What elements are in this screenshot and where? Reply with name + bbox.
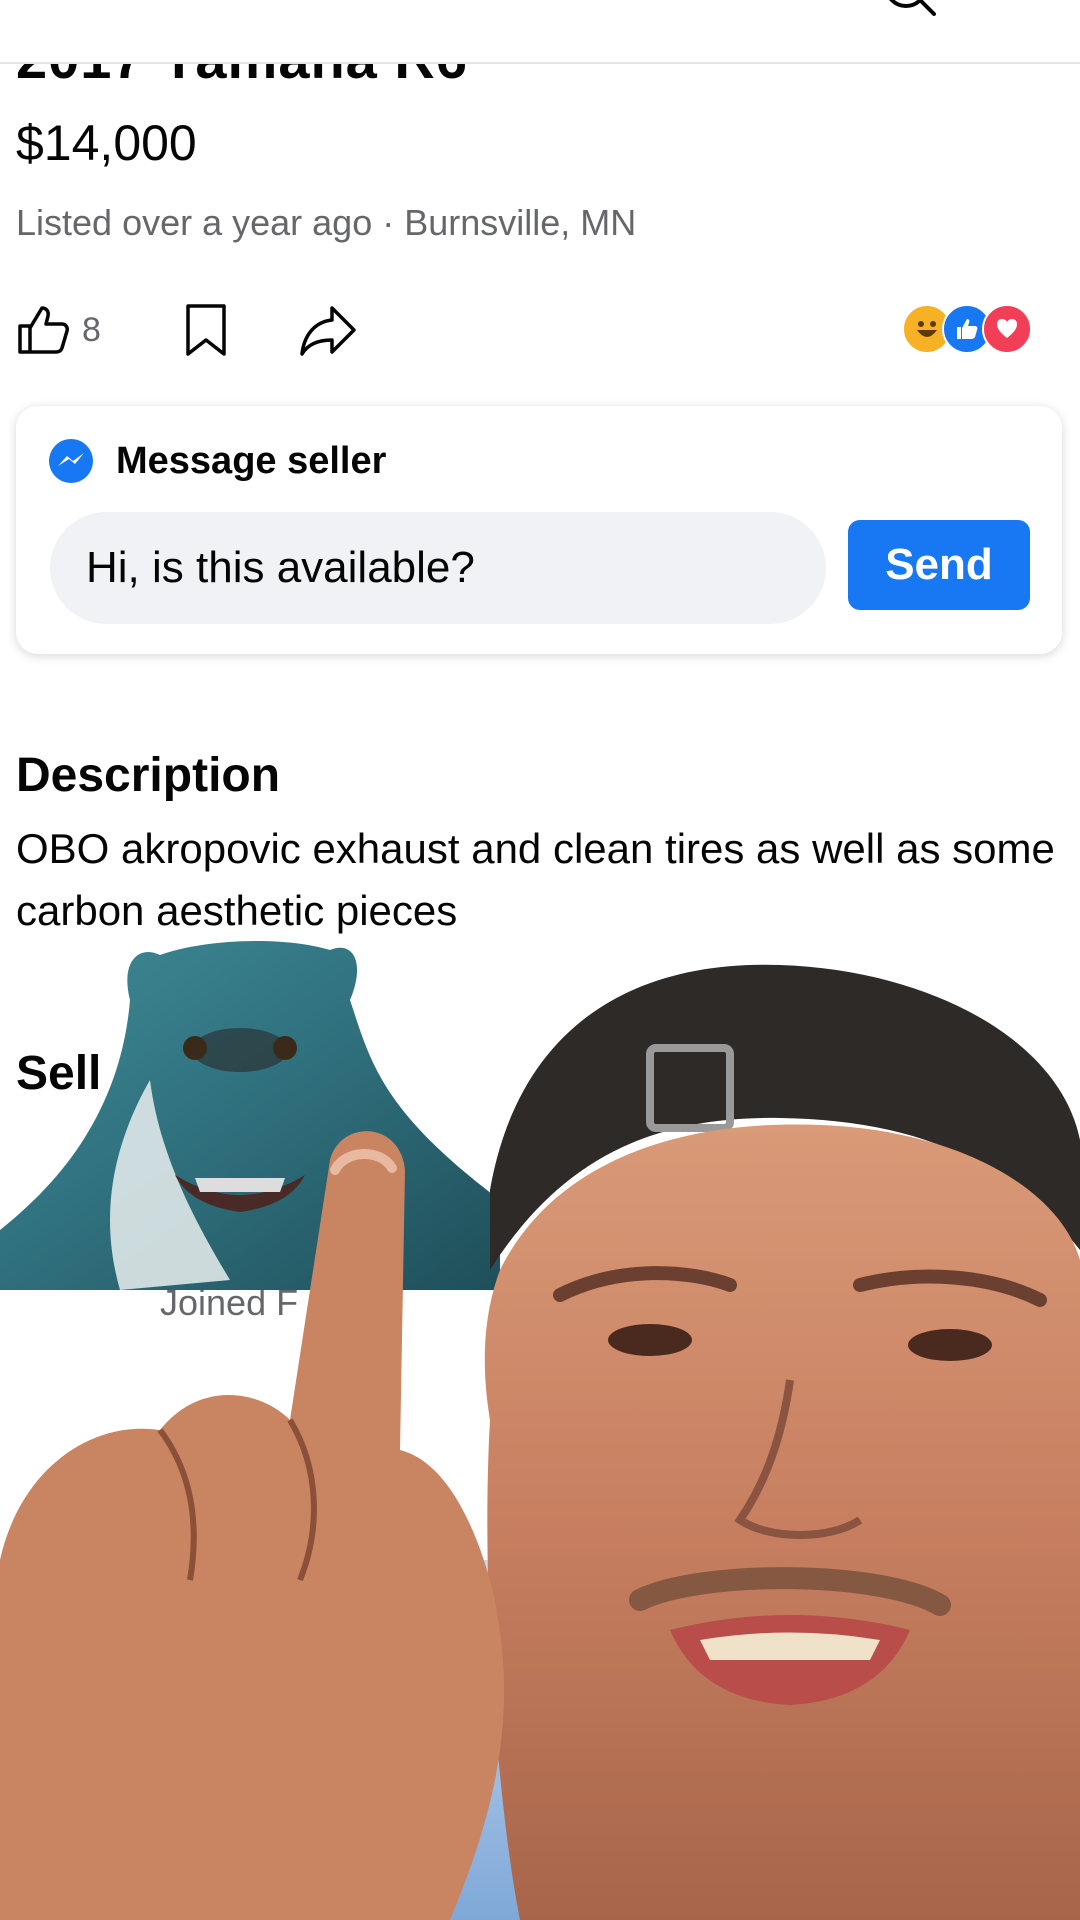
send-button[interactable]: Send (848, 520, 1030, 610)
thumbs-up-icon (18, 306, 69, 354)
description-text: OBO akropovic exhaust and clean tires as… (16, 825, 1055, 934)
share-button[interactable] (298, 294, 358, 366)
like-count: 8 (82, 310, 101, 349)
seller-heading: Sell (16, 1047, 102, 1100)
seller-joined-text: Joined F ook i (160, 1282, 385, 1323)
save-button[interactable] (184, 294, 228, 366)
listing-detail: 2017 Yamaha R6 $14,000 Listed over a yea… (0, 62, 1080, 1920)
reaction-summary[interactable] (902, 304, 1032, 354)
messenger-icon (49, 439, 93, 483)
seller-name[interactable]: i (420, 1142, 429, 1187)
message-seller-heading: Message seller (116, 439, 387, 482)
listing-meta: Listed over a year ago · Burnsville, MN (16, 202, 637, 243)
bookmark-icon (186, 304, 226, 356)
description-heading: Description (16, 749, 281, 802)
message-input[interactable] (50, 512, 826, 624)
message-seller-header: Message seller (48, 438, 386, 484)
love-reaction-icon (982, 304, 1032, 354)
share-icon (300, 306, 356, 356)
listing-price: $14,000 (16, 115, 197, 171)
listing-title: 2017 Yamaha R6 (16, 62, 468, 91)
search-icon[interactable] (880, 0, 940, 22)
top-nav-bar (0, 0, 1080, 64)
message-seller-card: Message seller Send (16, 406, 1062, 654)
seller-reviews-link[interactable]: ws (990, 1054, 1036, 1097)
listing-actions: 8 (0, 294, 1080, 366)
like-button[interactable]: 8 (14, 294, 101, 366)
close-icon[interactable] (22, 0, 72, 18)
